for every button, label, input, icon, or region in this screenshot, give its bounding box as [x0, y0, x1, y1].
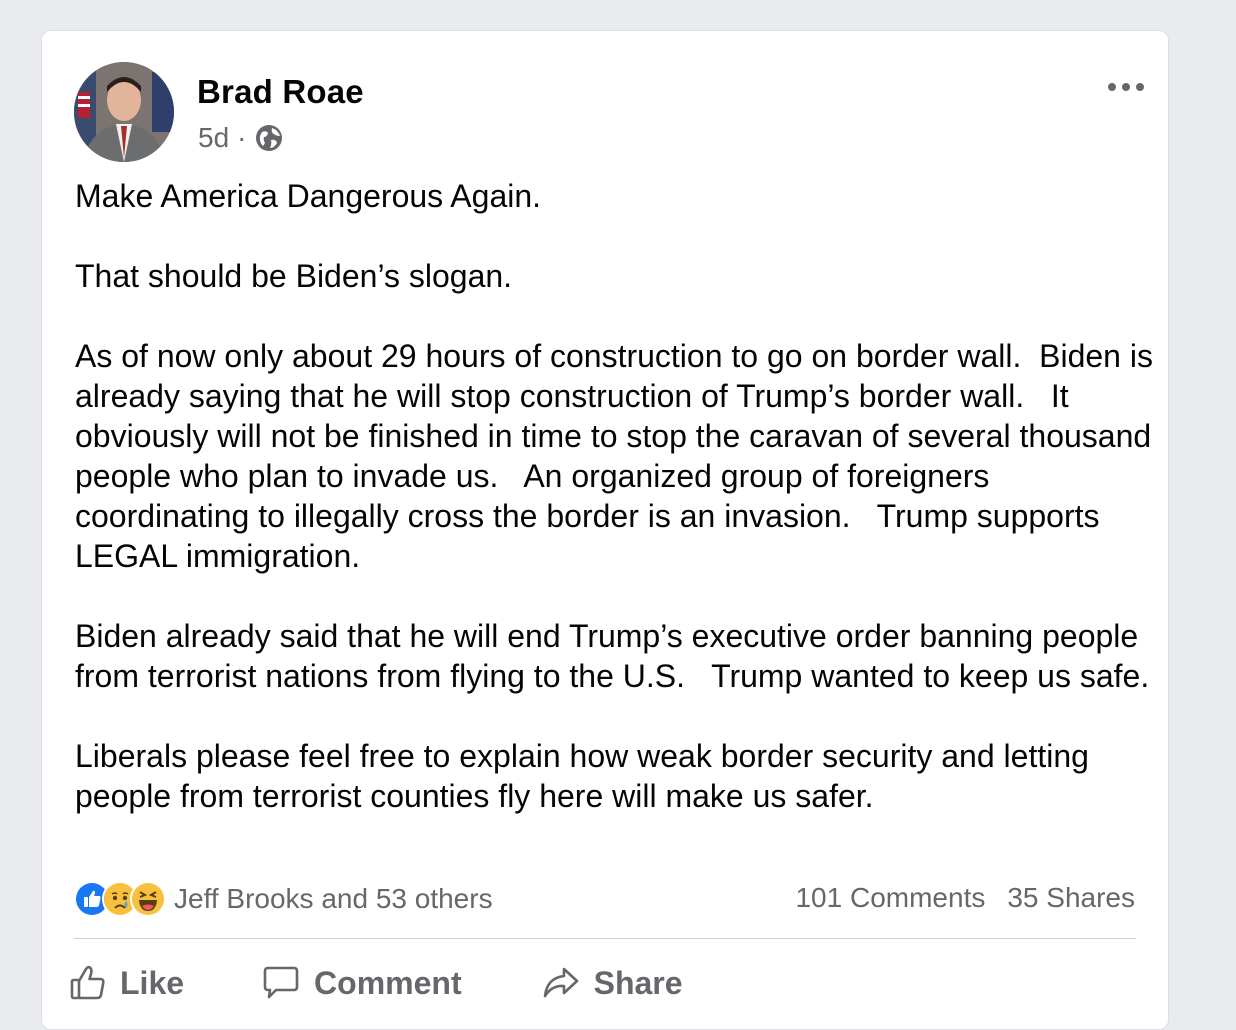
post-card: Brad Roae 5d · Make America Dangerous Ag… — [41, 30, 1169, 1030]
share-label: Share — [593, 964, 683, 1001]
post-paragraph: That should be Biden’s slogan. — [75, 258, 513, 294]
like-label: Like — [120, 964, 185, 1001]
divider — [74, 938, 1136, 939]
share-icon — [543, 967, 578, 998]
haha-icon — [130, 881, 166, 917]
thumbs-up-icon — [70, 965, 105, 1000]
engagement-counts: 101 Comments 35 Shares — [795, 882, 1135, 914]
comment-button[interactable]: Comment — [262, 964, 462, 1002]
more-options-icon[interactable] — [1108, 75, 1144, 99]
post-paragraph: Biden already said that he will end Trum… — [75, 618, 1150, 694]
meta-separator: · — [237, 122, 247, 153]
like-button[interactable]: Like — [70, 964, 184, 1002]
comment-label: Comment — [314, 964, 462, 1001]
post-paragraph: Liberals please feel free to explain how… — [75, 738, 1089, 814]
reaction-summary[interactable]: Jeff Brooks and 53 others — [74, 881, 493, 917]
reaction-names[interactable]: Jeff Brooks and 53 others — [174, 883, 493, 915]
post-text: Make America Dangerous Again. That shoul… — [75, 176, 1155, 816]
globe-icon — [254, 123, 284, 153]
avatar[interactable] — [74, 62, 174, 162]
author-name[interactable]: Brad Roae — [197, 73, 364, 111]
post-paragraph: Make America Dangerous Again. — [75, 178, 542, 214]
shares-count[interactable]: 35 Shares — [1007, 882, 1135, 914]
post-paragraph: As of now only about 29 hours of constru… — [75, 338, 1162, 574]
post-timestamp[interactable]: 5d — [198, 122, 229, 154]
post-meta: 5d · — [198, 122, 284, 154]
comments-count[interactable]: 101 Comments — [795, 882, 985, 914]
share-button[interactable]: Share — [542, 964, 683, 1002]
action-bar: Like Comment Share — [70, 959, 683, 1007]
comment-icon — [263, 966, 299, 999]
